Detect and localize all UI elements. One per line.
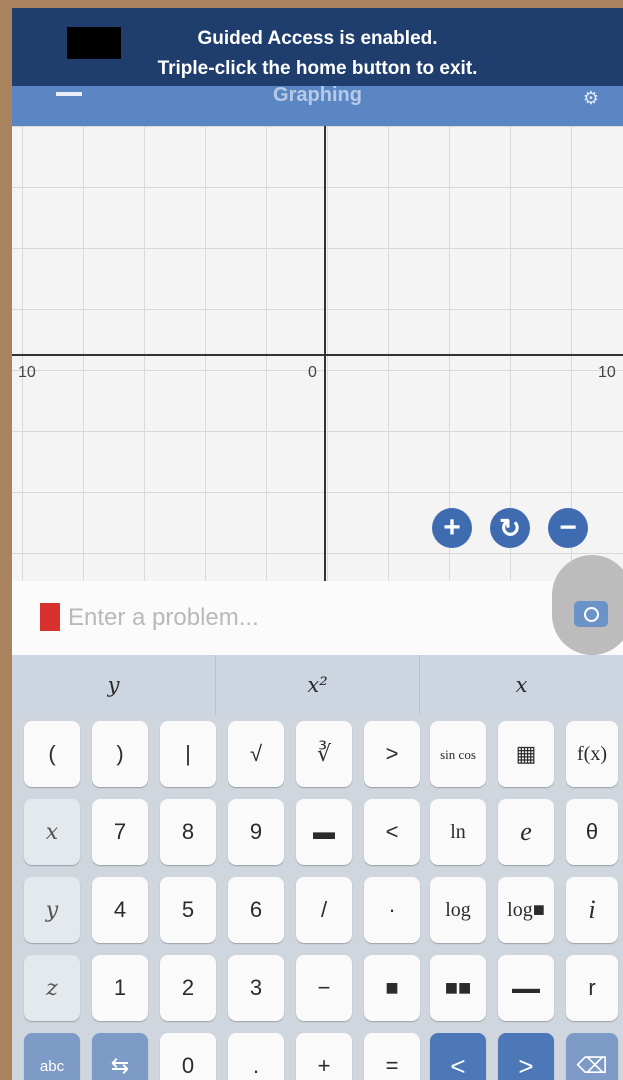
key-r[interactable]: r [566, 955, 618, 1021]
zoom-out-button[interactable]: − [548, 508, 588, 548]
key-open-paren[interactable]: ( [24, 721, 80, 787]
key-5[interactable]: 5 [160, 877, 216, 943]
key-log[interactable]: log [430, 877, 486, 943]
suggestion-x[interactable]: x [420, 655, 623, 715]
key-multiply[interactable]: · [364, 877, 420, 943]
key-plus[interactable]: + [296, 1033, 352, 1080]
key-greater-than[interactable]: > [364, 721, 420, 787]
key-8[interactable]: 8 [160, 799, 216, 865]
key-y[interactable]: y [24, 877, 80, 943]
key-sqrt[interactable]: √ [228, 721, 284, 787]
key-9[interactable]: 9 [228, 799, 284, 865]
key-nth-root[interactable]: ∛ [296, 721, 352, 787]
suggestion-x-squared[interactable]: x² [216, 655, 420, 715]
key-e[interactable]: e [498, 799, 554, 865]
key-6[interactable]: 6 [228, 877, 284, 943]
key-log-base[interactable]: log■ [498, 877, 554, 943]
banner-line-1: Guided Access is enabled. [197, 28, 438, 49]
text-cursor [40, 603, 60, 631]
reset-view-button[interactable]: ↻ [490, 508, 530, 548]
key-mixed-number[interactable]: ■■ [430, 955, 486, 1021]
key-7[interactable]: 7 [92, 799, 148, 865]
key-2[interactable]: 2 [160, 955, 216, 1021]
key-fraction[interactable]: ▬ [296, 799, 352, 865]
x-tick-right: 10 [598, 364, 616, 381]
app-bar: Graphing ⚙ [12, 86, 623, 126]
key-trig[interactable]: sin cos [430, 721, 486, 787]
banner-line-2: Triple-click the home button to exit. [157, 58, 478, 79]
x-axis [12, 354, 623, 356]
key-abs[interactable]: | [160, 721, 216, 787]
key-backspace[interactable]: ⌫ [566, 1033, 618, 1080]
key-exponent[interactable]: ■ [364, 955, 420, 1021]
key-equals[interactable]: = [364, 1033, 420, 1080]
phone-screen: Guided Access is enabled. Triple-click t… [12, 8, 623, 1080]
key-divide[interactable]: / [296, 877, 352, 943]
x-tick-left: 10 [18, 364, 36, 381]
key-z[interactable]: z [24, 955, 80, 1021]
origin-label: 0 [308, 364, 317, 381]
problem-input[interactable]: Enter a problem... [68, 604, 259, 632]
key-close-paren[interactable]: ) [92, 721, 148, 787]
key-abc[interactable]: abc [24, 1033, 80, 1080]
key-decimal[interactable]: . [228, 1033, 284, 1080]
problem-input-bar[interactable]: Enter a problem... [12, 555, 623, 655]
key-cursor-right[interactable]: > [498, 1033, 554, 1080]
math-keyboard: ( ) | √ ∛ > sin cos ▦ f(x) x 7 8 9 ▬ < l… [12, 715, 623, 1080]
camera-icon [574, 601, 608, 627]
key-1[interactable]: 1 [92, 955, 148, 1021]
key-function[interactable]: f(x) [566, 721, 618, 787]
key-switch[interactable]: ⇆ [92, 1033, 148, 1080]
key-i[interactable]: i [566, 877, 618, 943]
suggestion-strip: y x² x [12, 655, 623, 715]
graph-canvas[interactable]: 10 0 10 + ↻ − [12, 126, 623, 581]
key-minus[interactable]: − [296, 955, 352, 1021]
key-cursor-left[interactable]: < [430, 1033, 486, 1080]
key-subscript[interactable]: ▬▬ [498, 955, 554, 1021]
settings-icon[interactable]: ⚙ [583, 88, 599, 109]
camera-button[interactable] [552, 555, 623, 655]
key-x[interactable]: x [24, 799, 80, 865]
key-less-than[interactable]: < [364, 799, 420, 865]
key-0[interactable]: 0 [160, 1033, 216, 1080]
key-ln[interactable]: ln [430, 799, 486, 865]
zoom-in-button[interactable]: + [432, 508, 472, 548]
key-3[interactable]: 3 [228, 955, 284, 1021]
key-4[interactable]: 4 [92, 877, 148, 943]
key-matrix[interactable]: ▦ [498, 721, 554, 787]
app-title: Graphing [273, 86, 362, 106]
suggestion-y[interactable]: y [12, 655, 216, 715]
key-theta[interactable]: θ [566, 799, 618, 865]
